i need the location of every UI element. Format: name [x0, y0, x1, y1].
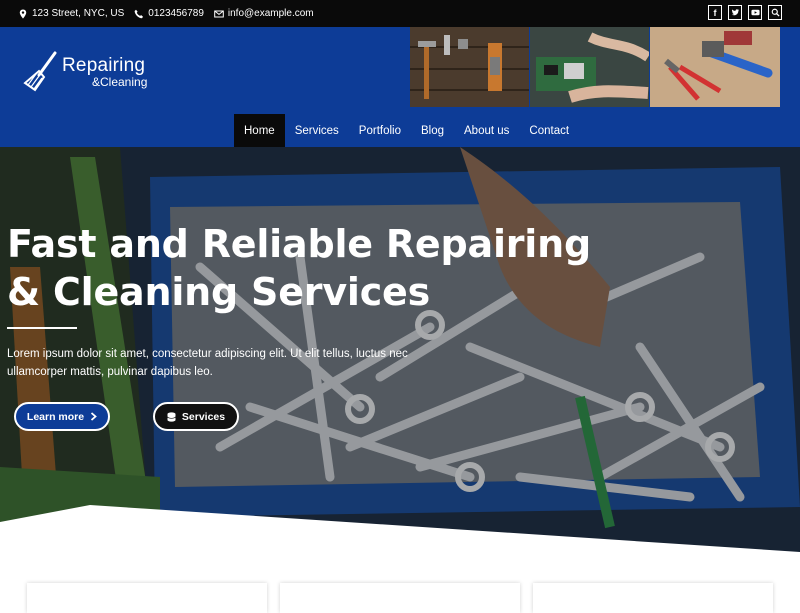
nav-item-about[interactable]: About us — [454, 114, 519, 147]
hero-title-line-1: Fast and Reliable Repairing — [7, 222, 591, 266]
services-button[interactable]: Services — [153, 402, 239, 431]
broom-icon — [23, 51, 57, 92]
envelope-icon — [214, 10, 224, 17]
address-item: 123 Street, NYC, US — [18, 8, 124, 19]
pliers-hammer-photo — [650, 27, 780, 107]
hero-title-line-2: & Cleaning Services — [7, 270, 431, 314]
header-photos — [410, 27, 780, 107]
phone-text: 0123456789 — [148, 8, 204, 19]
search-icon[interactable] — [768, 5, 782, 20]
nav-item-blog[interactable]: Blog — [411, 114, 454, 147]
contact-info: 123 Street, NYC, US 0123456789 info@exam… — [18, 0, 314, 27]
phone-item[interactable]: 0123456789 — [134, 8, 204, 19]
learn-more-label: Learn more — [26, 410, 85, 423]
feature-card[interactable] — [27, 583, 267, 613]
nav-item-portfolio[interactable]: Portfolio — [349, 114, 411, 147]
feature-card[interactable] — [280, 583, 520, 613]
email-item[interactable]: info@example.com — [214, 8, 314, 19]
services-label: Services — [181, 410, 226, 423]
hero-section: Fast and Reliable Repairing & Cleaning S… — [0, 147, 800, 600]
hero-divider — [7, 327, 77, 329]
learn-more-button[interactable]: Learn more — [14, 402, 110, 431]
main-nav: Home Services Portfolio Blog About us Co… — [234, 114, 579, 147]
hero-description: Lorem ipsum dolor sit amet, consectetur … — [7, 348, 408, 378]
map-marker-icon — [19, 9, 27, 18]
nav-item-contact[interactable]: Contact — [519, 114, 579, 147]
youtube-icon[interactable] — [748, 5, 762, 20]
site-header: Repairing &Cleaning Home Services Portfo… — [0, 27, 800, 147]
top-bar: 123 Street, NYC, US 0123456789 info@exam… — [0, 0, 800, 27]
chevron-right-icon — [91, 412, 97, 421]
email-text: info@example.com — [227, 8, 314, 19]
twitter-icon[interactable] — [728, 5, 742, 20]
circuit-board-photo — [530, 27, 649, 107]
social-links: f — [708, 5, 782, 20]
logo-subtitle: &Cleaning — [92, 75, 148, 89]
feature-card[interactable] — [533, 583, 773, 613]
tools-on-wood-photo — [410, 27, 529, 107]
hero-title: Fast and Reliable Repairing & Cleaning S… — [7, 220, 591, 316]
site-logo[interactable]: Repairing &Cleaning — [22, 50, 147, 94]
phone-icon — [134, 9, 144, 18]
logo-title: Repairing — [62, 55, 146, 76]
address-text: 123 Street, NYC, US — [32, 8, 125, 19]
facebook-icon[interactable]: f — [708, 5, 722, 20]
database-icon — [167, 411, 176, 422]
nav-item-services[interactable]: Services — [285, 114, 349, 147]
nav-item-home[interactable]: Home — [234, 114, 285, 147]
